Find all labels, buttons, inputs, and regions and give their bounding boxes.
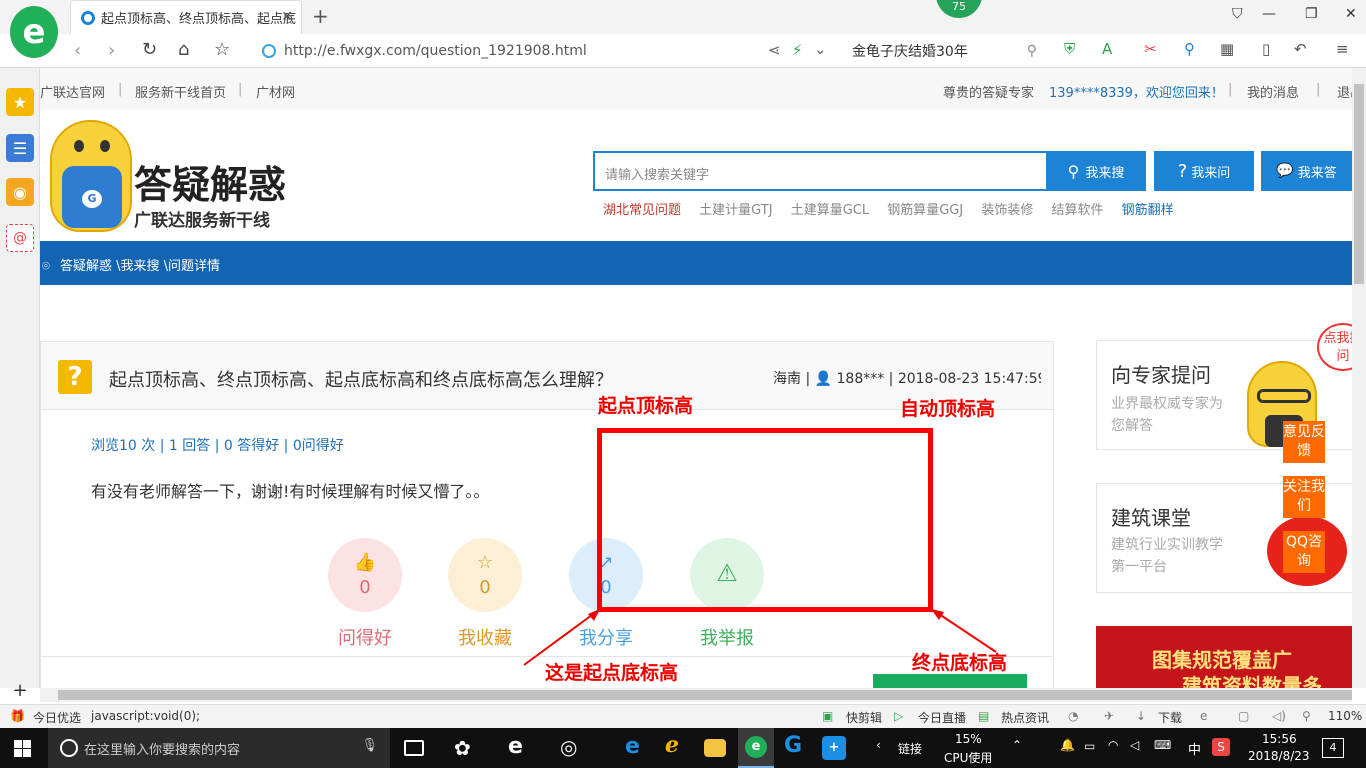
- windows-start-icon[interactable]: [14, 740, 31, 757]
- ie-alt-icon[interactable]: ℯ: [665, 733, 679, 758]
- status-url: javascript:void(0);: [91, 709, 201, 723]
- browser-logo-icon[interactable]: e: [10, 6, 58, 58]
- vertical-scroll-thumb[interactable]: [1354, 84, 1364, 284]
- clock-date[interactable]: 2018/8/23: [1248, 749, 1310, 763]
- arrowhead-start-bottom: [588, 609, 600, 621]
- edge-icon[interactable]: e: [508, 734, 523, 759]
- task-view-icon[interactable]: [404, 740, 424, 756]
- annotation-arrows: [523, 609, 997, 666]
- clock-time[interactable]: 15:56: [1262, 732, 1297, 746]
- video-edit-icon[interactable]: ▣: [822, 709, 833, 723]
- ie-icon[interactable]: e: [625, 734, 640, 759]
- speed-icon[interactable]: ◔: [1068, 709, 1078, 723]
- windows-taskbar: 在这里输入你要搜索的内容 🎙 ✿ e ◎ e ℯ e G + ‹ 链接 15% …: [0, 728, 1366, 768]
- arrowhead-end-bottom: [931, 609, 944, 620]
- cpu-label: CPU使用: [944, 751, 993, 765]
- taskbar-search-placeholder: 在这里输入你要搜索的内容: [84, 742, 241, 758]
- remote-app-icon[interactable]: +: [822, 736, 846, 760]
- zoom-level[interactable]: 110%: [1328, 709, 1362, 723]
- app-swirl-icon[interactable]: ◎: [560, 735, 577, 759]
- browser-taskbar-icon[interactable]: e: [738, 728, 774, 768]
- arrow-start-bottom: [523, 611, 597, 666]
- cortana-icon: [60, 739, 78, 757]
- window-icon[interactable]: ▢: [1238, 709, 1249, 723]
- ie-mode-icon[interactable]: e: [1200, 709, 1207, 723]
- pin-icon[interactable]: ✈: [1104, 709, 1114, 723]
- chevron-up-icon[interactable]: ⌃: [1012, 738, 1022, 752]
- cpu-percent: 15%: [955, 732, 982, 746]
- microphone-icon[interactable]: 🎙: [361, 738, 378, 753]
- live-link[interactable]: 今日直播: [918, 709, 966, 726]
- notification-bell-icon[interactable]: 🔔: [1060, 738, 1075, 752]
- volume-icon[interactable]: ◁): [1272, 709, 1286, 723]
- horizontal-scroll-thumb[interactable]: [58, 690, 1352, 700]
- today-picks-link[interactable]: 今日优选: [33, 709, 81, 726]
- g-browser-icon[interactable]: G: [784, 733, 802, 758]
- sogou-ime-icon[interactable]: S: [1212, 738, 1230, 756]
- download-icon[interactable]: ↓: [1136, 709, 1146, 723]
- speaker-icon[interactable]: ◁: [1130, 738, 1139, 752]
- file-explorer-icon[interactable]: [704, 739, 726, 757]
- taskbar-search-input[interactable]: 在这里输入你要搜索的内容 🎙: [48, 728, 390, 768]
- gift-icon[interactable]: 🎁: [10, 709, 25, 723]
- pinwheel-icon[interactable]: ✿: [454, 736, 471, 760]
- battery-icon[interactable]: ▭: [1084, 739, 1095, 753]
- news-link[interactable]: 热点资讯: [1001, 709, 1049, 726]
- news-icon[interactable]: ▤: [978, 709, 989, 723]
- action-center-icon[interactable]: 4: [1322, 738, 1344, 758]
- tray-overflow-icon[interactable]: ‹: [876, 738, 881, 752]
- live-icon[interactable]: ▷: [894, 709, 903, 723]
- arrow-end-bottom: [935, 611, 997, 653]
- keyboard-icon[interactable]: ⌨: [1154, 738, 1171, 752]
- quick-edit-link[interactable]: 快剪辑: [846, 709, 882, 726]
- links-toolbar[interactable]: 链接: [898, 740, 922, 757]
- browser-status-bar: 🎁 今日优选 javascript:void(0); ▣ 快剪辑 ▷ 今日直播 …: [0, 704, 1366, 728]
- download-link[interactable]: 下载: [1158, 709, 1182, 726]
- zoom-icon[interactable]: ⚲: [1302, 709, 1311, 723]
- ime-indicator[interactable]: 中: [1188, 739, 1201, 758]
- wifi-icon[interactable]: ◠: [1108, 738, 1118, 752]
